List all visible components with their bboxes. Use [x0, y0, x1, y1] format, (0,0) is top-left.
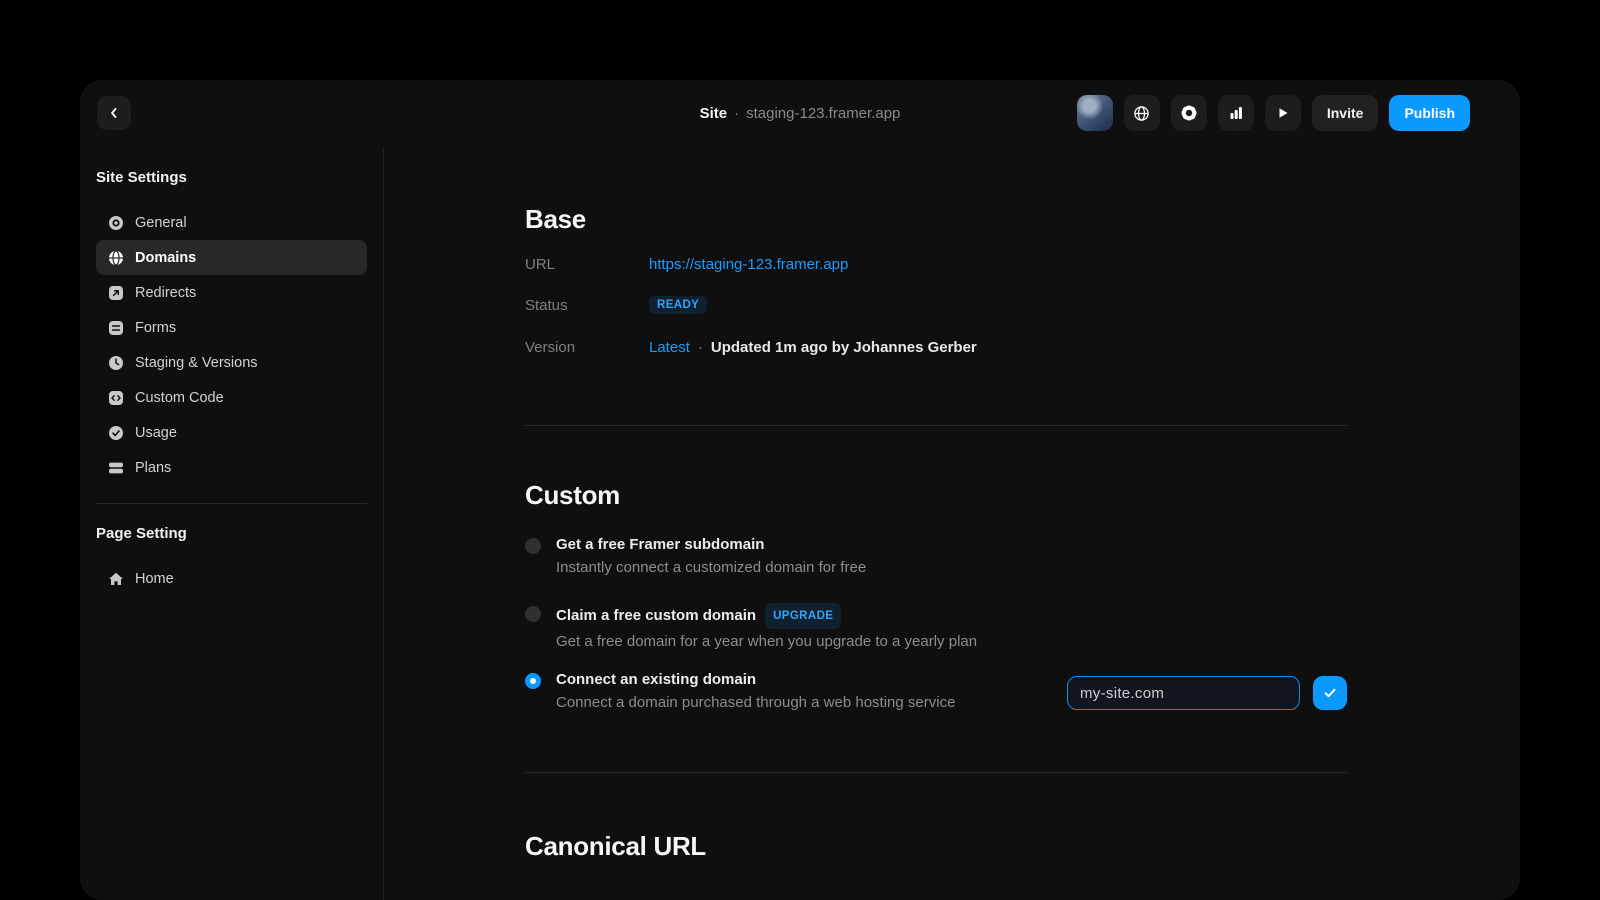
globe-icon [108, 249, 124, 266]
code-icon [108, 390, 124, 406]
usage-icon [108, 425, 124, 441]
sidebar-divider [96, 503, 367, 504]
sidebar-item-label: Usage [135, 424, 177, 441]
sidebar-item-label: General [135, 214, 187, 231]
target-icon [108, 215, 124, 231]
publish-button[interactable]: Publish [1389, 95, 1470, 131]
option-title: Connect an existing domain [556, 671, 757, 688]
sidebar-item-domains[interactable]: Domains [96, 240, 367, 275]
sidebar-item-plans[interactable]: Plans [96, 450, 367, 485]
option-title-text: Claim a free custom domain [556, 607, 757, 624]
sidebar-item-label: Staging & Versions [135, 354, 258, 371]
site-url-link[interactable]: https://staging-123.framer.app [649, 256, 848, 273]
option-free-custom-domain: Claim a free custom domain UPGRADE Get a… [525, 603, 1085, 653]
option-subtitle: Instantly connect a customized domain fo… [556, 559, 867, 576]
sidebar-item-forms[interactable]: Forms [96, 310, 367, 345]
confirm-domain-button[interactable] [1313, 676, 1347, 710]
sidebar-section-page-setting: Page Setting [96, 525, 187, 542]
sidebar-item-custom-code[interactable]: Custom Code [96, 380, 367, 415]
version-label: Version [525, 338, 576, 356]
app-window: Site · staging-123.framer.app Invite Pub… [80, 80, 1520, 900]
base-heading: Base [525, 204, 586, 234]
chevron-left-icon [107, 106, 121, 120]
radio-existing-domain[interactable] [525, 673, 541, 689]
custom-heading: Custom [525, 480, 620, 510]
canonical-url-heading: Canonical URL [525, 831, 707, 861]
sidebar-item-label: Redirects [135, 284, 197, 301]
sidebar-item-label: Forms [135, 319, 177, 336]
back-button[interactable] [97, 96, 131, 130]
sidebar-item-label: Custom Code [135, 389, 224, 406]
sidebar: Site Settings General Domains Redirects [80, 147, 384, 900]
option-existing-domain: Connect an existing domain Connect a dom… [525, 670, 1085, 714]
sidebar-item-home[interactable]: Home [96, 561, 367, 596]
sidebar-item-label: Home [135, 570, 174, 587]
home-icon [108, 571, 124, 587]
option-title: Claim a free custom domain UPGRADE [556, 603, 977, 629]
option-framer-subdomain: Get a free Framer subdomain Instantly co… [525, 535, 1085, 579]
sidebar-item-redirects[interactable]: Redirects [96, 275, 367, 310]
version-note: Updated 1m ago by Johannes Gerber [710, 338, 977, 356]
version-latest-link[interactable]: Latest [649, 339, 690, 356]
sidebar-item-label: Plans [135, 459, 172, 476]
main-content: Base URL https://staging-123.framer.app … [525, 80, 1347, 900]
status-badge: READY [649, 296, 708, 314]
option-title: Get a free Framer subdomain [556, 536, 765, 553]
section-divider [525, 425, 1347, 426]
section-divider [525, 772, 1347, 773]
status-label: Status [525, 296, 568, 314]
sidebar-item-label: Domains [135, 249, 197, 266]
site-settings-nav: General Domains Redirects Forms Staging … [96, 205, 367, 485]
sidebar-item-general[interactable]: General [96, 205, 367, 240]
radio-framer-subdomain[interactable] [525, 538, 541, 554]
page-setting-nav: Home [96, 561, 367, 596]
radio-free-custom-domain[interactable] [525, 606, 541, 622]
domain-input[interactable] [1067, 676, 1300, 710]
forms-icon [108, 320, 124, 336]
check-icon [1322, 685, 1338, 701]
sidebar-item-usage[interactable]: Usage [96, 415, 367, 450]
option-subtitle: Connect a domain purchased through a web… [556, 694, 956, 711]
url-label: URL [525, 255, 556, 273]
clock-icon [108, 355, 124, 371]
redirect-arrow-icon [108, 285, 124, 301]
version-separator: · [697, 338, 703, 356]
option-subtitle: Get a free domain for a year when you up… [556, 633, 978, 650]
plans-icon [108, 460, 124, 476]
upgrade-badge: UPGRADE [765, 603, 842, 629]
sidebar-section-site-settings: Site Settings [96, 169, 187, 186]
version-row: Version Latest · Updated 1m ago by Johan… [525, 335, 977, 359]
status-row: Status READY [525, 293, 708, 317]
sidebar-item-staging-versions[interactable]: Staging & Versions [96, 345, 367, 380]
url-row: URL https://staging-123.framer.app [525, 252, 848, 276]
